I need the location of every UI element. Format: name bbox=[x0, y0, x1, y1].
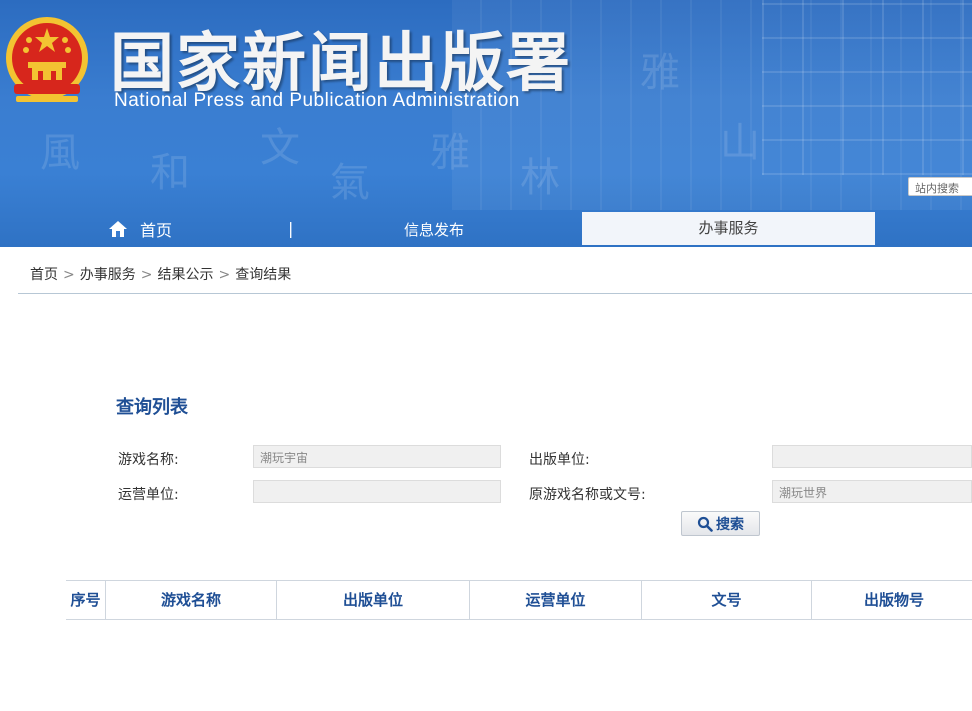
decorative-glyph: 文 bbox=[260, 125, 300, 171]
decorative-glyph: 山 bbox=[720, 120, 760, 166]
breadcrumb-separator: > bbox=[140, 267, 153, 283]
column-header-document-number: 文号 bbox=[642, 581, 812, 619]
operator-input[interactable] bbox=[253, 480, 501, 503]
decorative-glyph: 雅 bbox=[430, 130, 470, 176]
search-button[interactable]: 搜索 bbox=[681, 511, 760, 536]
search-button-label: 搜索 bbox=[716, 516, 744, 533]
column-header-publisher: 出版单位 bbox=[277, 581, 470, 619]
column-header-publication-number: 出版物号 bbox=[863, 591, 924, 609]
query-section-title: 查询列表 bbox=[116, 397, 188, 418]
breadcrumb: 首页 > 办事服务 > 结果公示 > 查询结果 bbox=[30, 264, 291, 284]
decorative-glyph: 和 bbox=[150, 150, 190, 196]
nav-home[interactable]: 首页 bbox=[108, 218, 172, 240]
site-search-input[interactable]: 站内搜索 bbox=[908, 177, 972, 196]
decorative-glyph: 林 bbox=[520, 155, 560, 201]
breadcrumb-results[interactable]: 结果公示 bbox=[157, 267, 213, 283]
nav-separator: | bbox=[288, 219, 294, 238]
banner-tile-pattern bbox=[762, 0, 972, 175]
header-banner: 風 和 文 氣 雅 林 雅 山 国家新闻出版署 National Press a… bbox=[0, 0, 972, 247]
home-icon bbox=[109, 221, 127, 237]
nav-home-label: 首页 bbox=[140, 221, 173, 240]
breadcrumb-home[interactable]: 首页 bbox=[30, 267, 58, 283]
decorative-glyph: 氣 bbox=[330, 160, 370, 206]
decorative-glyph: 風 bbox=[40, 130, 80, 176]
nav-info-release[interactable]: 信息发布 bbox=[404, 219, 464, 240]
national-emblem-icon bbox=[6, 17, 88, 102]
column-header-index: 序号 bbox=[66, 581, 106, 619]
result-table-header: 序号 游戏名称 出版单位 运营单位 文号 出版物号 bbox=[66, 580, 972, 620]
breadcrumb-service[interactable]: 办事服务 bbox=[80, 267, 136, 283]
breadcrumb-current: 查询结果 bbox=[235, 267, 292, 283]
publisher-input[interactable] bbox=[772, 445, 972, 468]
magnifier-icon bbox=[697, 516, 713, 532]
breadcrumb-divider bbox=[18, 293, 972, 294]
original-name-label: 原游戏名称或文号: bbox=[529, 487, 646, 503]
operator-label: 运营单位: bbox=[118, 487, 179, 503]
publisher-label: 出版单位: bbox=[529, 452, 590, 468]
breadcrumb-separator: > bbox=[218, 267, 231, 283]
column-header-game-name: 游戏名称 bbox=[106, 581, 277, 619]
column-header-operator: 运营单位 bbox=[470, 581, 642, 619]
breadcrumb-separator: > bbox=[63, 267, 75, 283]
site-subtitle: National Press and Publication Administr… bbox=[114, 90, 520, 111]
game-name-input[interactable]: 潮玩宇宙 bbox=[253, 445, 501, 468]
main-nav: 首页 | 信息发布 办事服务 bbox=[0, 210, 972, 247]
game-name-label: 游戏名称: bbox=[118, 452, 179, 468]
decorative-glyph: 雅 bbox=[640, 50, 680, 96]
nav-service-active[interactable]: 办事服务 bbox=[582, 212, 875, 245]
original-name-input[interactable]: 潮玩世界 bbox=[772, 480, 972, 503]
